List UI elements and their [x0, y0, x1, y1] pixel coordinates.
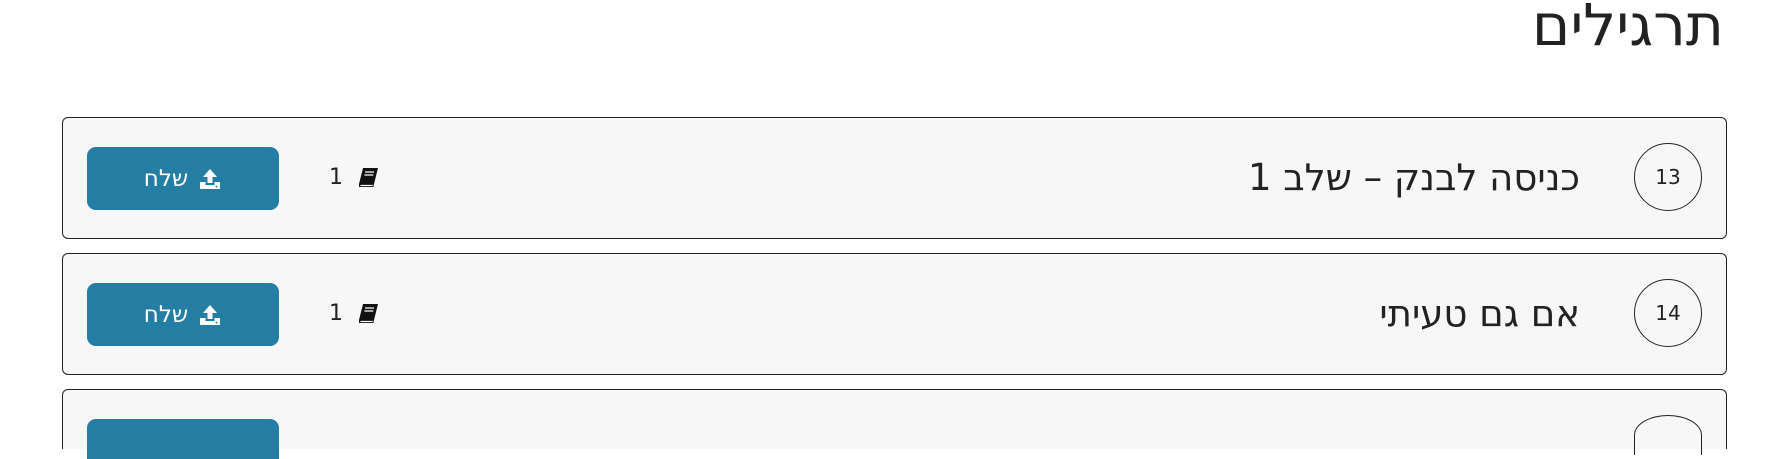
page-title: תרגילים [1531, 0, 1724, 59]
solved-indicator: 1 [329, 118, 379, 237]
exercise-list: שלח 1 כניסה לבנק – שלב 1 13 שלח 1 אם גם … [62, 117, 1727, 459]
exercise-name[interactable]: אם גם טעיתי [1379, 254, 1580, 373]
send-button[interactable]: שלח [87, 147, 279, 210]
book-icon [357, 167, 379, 189]
send-button[interactable]: שלח [87, 283, 279, 346]
solved-indicator: 1 [329, 254, 379, 373]
upload-icon [198, 303, 222, 327]
solved-count: 1 [329, 301, 343, 326]
book-icon [357, 303, 379, 325]
exercise-row: שלח 1 אם גם טעיתי 14 [62, 253, 1727, 375]
upload-icon [198, 167, 222, 191]
solved-count: 1 [329, 165, 343, 190]
send-button[interactable] [87, 419, 279, 459]
exercise-number: 14 [1634, 279, 1702, 347]
exercise-number: 13 [1634, 143, 1702, 211]
send-button-label: שלח [143, 301, 189, 328]
exercise-number [1634, 415, 1702, 455]
exercise-name[interactable]: כניסה לבנק – שלב 1 [1248, 118, 1580, 237]
send-button-label: שלח [143, 165, 189, 192]
exercise-row: שלח 1 כניסה לבנק – שלב 1 13 [62, 117, 1727, 239]
exercise-row [62, 389, 1727, 459]
